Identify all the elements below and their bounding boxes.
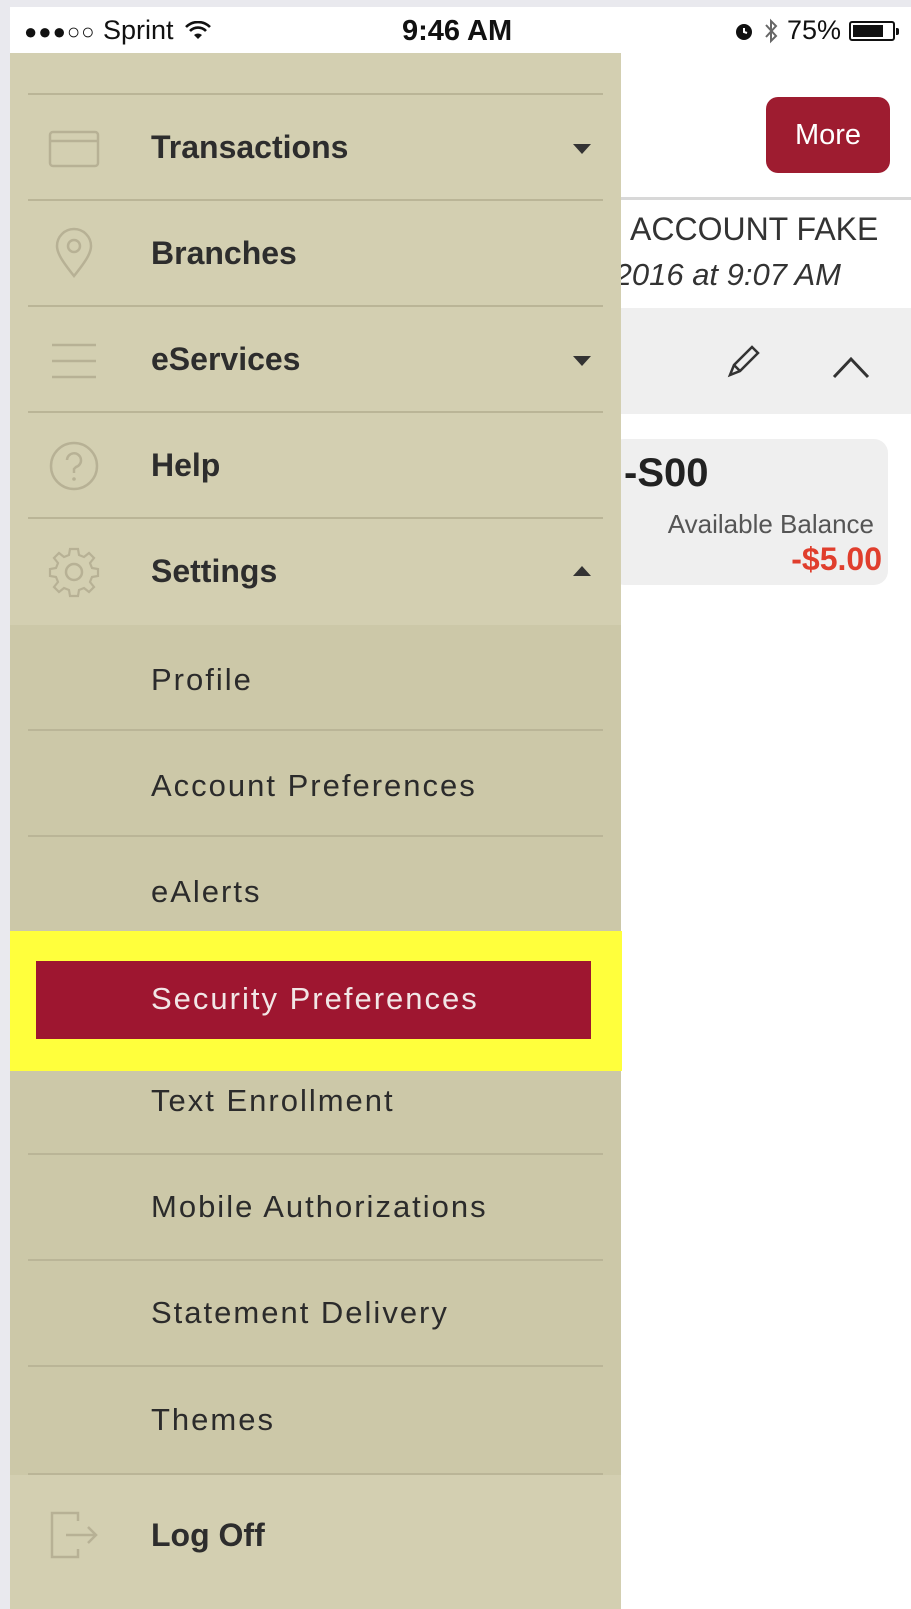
submenu-item-ealerts[interactable]: eAlerts [10, 837, 621, 943]
carrier-name: Sprint [102, 15, 174, 45]
battery-icon [849, 20, 899, 41]
menu-item-help[interactable]: Help [10, 413, 621, 519]
menu-label-transactions: Transactions [151, 129, 349, 165]
credit-card-icon [48, 130, 100, 168]
list-menu-icon [52, 343, 96, 379]
menu-label-help: Help [151, 447, 221, 483]
phone-screen: ●●●○○ Sprint 9:46 AM 75% More ACCOUNT FA… [10, 7, 911, 1609]
header-divider [610, 197, 911, 200]
status-bar: ●●●○○ Sprint 9:46 AM 75% [10, 7, 911, 53]
chevron-up-icon [573, 566, 591, 576]
available-balance-value: -$5.00 [791, 541, 882, 577]
submenu-item-security-preferences[interactable]: Security Preferences [36, 961, 591, 1039]
chevron-down-icon [573, 356, 591, 366]
alarm-icon [735, 23, 752, 40]
status-right: 75% [733, 15, 899, 46]
available-balance-label: Available Balance [667, 509, 874, 539]
account-balance-card[interactable]: -S00 Available Balance -$5.00 [610, 439, 888, 585]
submenu-label-account-preferences: Account Preferences [151, 768, 477, 803]
submenu-item-account-preferences[interactable]: Account Preferences [10, 731, 621, 837]
menu-item-transactions[interactable]: Transactions [10, 95, 621, 201]
menu-label-branches: Branches [151, 235, 297, 271]
edit-pencil-icon[interactable] [722, 339, 766, 383]
more-button[interactable]: More [766, 97, 890, 173]
navigation-drawer: Transactions Branches eServices Help Set… [10, 53, 622, 1609]
submenu-label-security-preferences: Security Preferences [151, 981, 479, 1016]
submenu-label-statement-delivery: Statement Delivery [151, 1295, 449, 1330]
submenu-label-ealerts: eAlerts [151, 874, 262, 909]
submenu-item-mobile-authorizations[interactable]: Mobile Authorizations [10, 1155, 621, 1261]
carrier-info: ●●●○○ Sprint [24, 15, 211, 46]
bluetooth-icon [765, 18, 778, 43]
menu-item-branches[interactable]: Branches [10, 201, 621, 307]
help-question-icon [49, 441, 99, 491]
map-pin-icon [55, 227, 93, 279]
menu-item-settings[interactable]: Settings [10, 519, 621, 625]
clock: 9:46 AM [402, 15, 513, 47]
menu-label-eservices: eServices [151, 341, 301, 377]
menu-item-partial [10, 53, 621, 95]
chevron-down-icon [573, 144, 591, 154]
gear-icon [48, 547, 100, 598]
log-out-icon [50, 1511, 98, 1559]
account-name: ACCOUNT FAKE [630, 211, 879, 247]
menu-item-log-off[interactable]: Log Off [10, 1475, 621, 1609]
submenu-label-text-enrollment: Text Enrollment [151, 1083, 395, 1118]
collapse-chevron-up-icon[interactable] [830, 353, 872, 381]
submenu-label-mobile-authorizations: Mobile Authorizations [151, 1189, 488, 1224]
account-updated-time: /2016 at 9:07 AM [606, 257, 841, 292]
menu-label-log-off: Log Off [151, 1517, 265, 1553]
signal-strength-icon: ●●●○○ [24, 19, 96, 44]
submenu-item-themes[interactable]: Themes [10, 1367, 621, 1475]
submenu-item-profile[interactable]: Profile [10, 625, 621, 731]
battery-percent: 75% [786, 15, 841, 45]
submenu-label-themes: Themes [151, 1402, 275, 1437]
menu-item-eservices[interactable]: eServices [10, 307, 621, 413]
submenu-label-profile: Profile [151, 662, 253, 697]
menu-label-settings: Settings [151, 553, 278, 589]
submenu-item-statement-delivery[interactable]: Statement Delivery [10, 1261, 621, 1367]
wifi-icon [185, 20, 211, 39]
account-amount: -S00 [624, 451, 709, 495]
